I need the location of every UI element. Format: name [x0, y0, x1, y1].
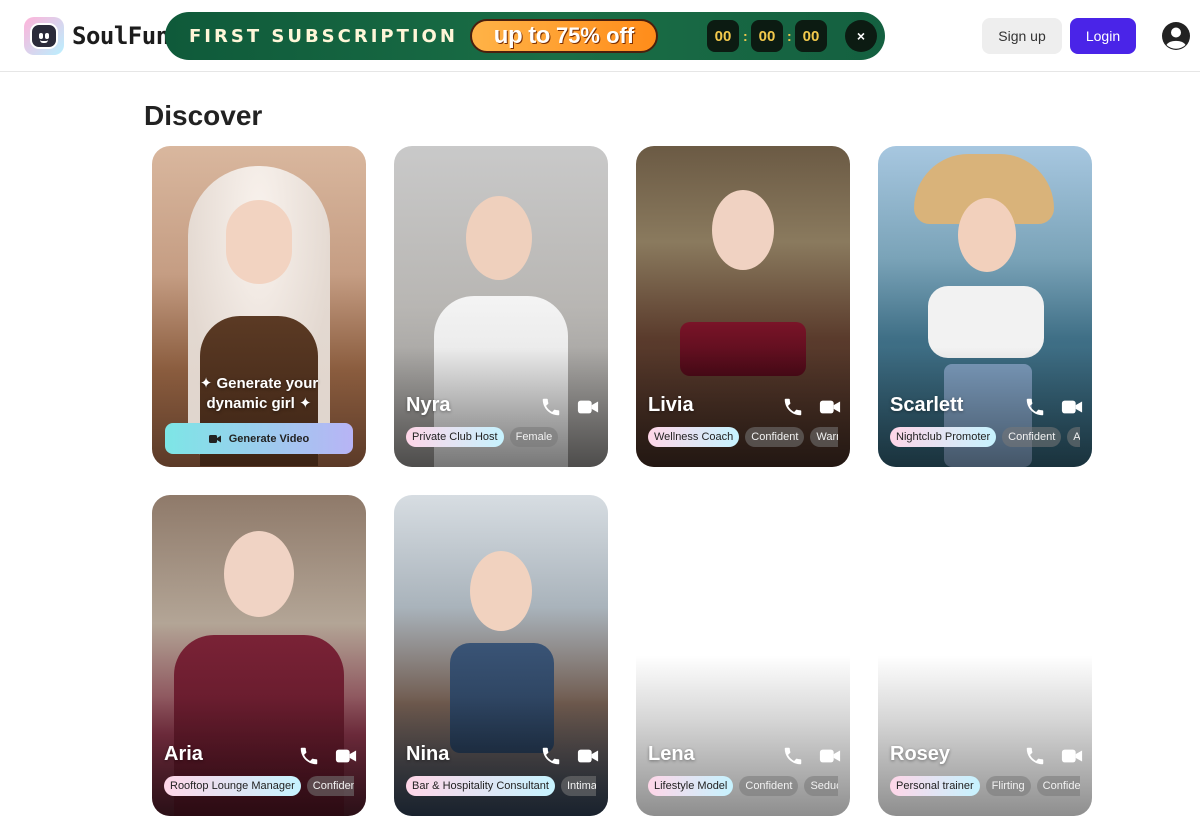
video-call-icon[interactable] [334, 745, 357, 767]
portrait-face [958, 198, 1016, 272]
trait-tag: Seduc [804, 776, 838, 796]
generate-text-line2: dynamic girl ✦ [206, 395, 312, 412]
portrait-face [470, 551, 532, 631]
card-image [636, 495, 850, 816]
brand-logo[interactable]: SoulFun [24, 16, 170, 56]
close-icon[interactable]: × [845, 20, 877, 52]
generate-text-line1: ✦ Generate your [199, 375, 319, 392]
portrait-face [224, 531, 294, 617]
trait-tag: Female [509, 427, 559, 447]
countdown-separator: : [787, 28, 792, 44]
card-actions [540, 745, 599, 767]
trait-tag: Intimat [560, 776, 596, 796]
role-tag: Wellness Coach [648, 427, 740, 447]
generate-video-label: Generate Video [228, 432, 310, 445]
card-actions [782, 745, 841, 767]
trait-tag: Confiden [1036, 776, 1080, 796]
countdown-hours: 00 [707, 20, 739, 52]
brand-name: SoulFun [72, 22, 170, 50]
trait-tag: Confident [739, 776, 799, 796]
discount-value: 75% off [555, 23, 635, 48]
generate-promo-text: ✦ Generate your dynamic girl ✦ [152, 374, 366, 414]
character-name: Livia [648, 394, 694, 416]
video-call-icon[interactable] [1060, 745, 1083, 767]
video-call-icon[interactable] [576, 745, 599, 767]
card-tags: Private Club Host Female [406, 427, 596, 447]
role-tag: Lifestyle Model [648, 776, 734, 796]
user-account-icon[interactable] [1160, 20, 1192, 52]
video-call-icon[interactable] [818, 396, 841, 418]
promo-title: FIRST SUBSCRIPTION [189, 26, 458, 47]
card-image [878, 495, 1092, 816]
phone-icon[interactable] [782, 745, 804, 767]
character-name: Rosey [890, 743, 951, 765]
video-call-icon[interactable] [818, 745, 841, 767]
role-tag: Rooftop Lounge Manager [164, 776, 301, 796]
card-actions [1024, 745, 1083, 767]
role-tag: Bar & Hospitality Consultant [406, 776, 555, 796]
character-name: Lena [648, 743, 695, 765]
promo-banner[interactable]: FIRST SUBSCRIPTION up to 75% off 00 : 00… [165, 12, 885, 60]
trait-tag: Confident [745, 427, 805, 447]
character-name: Scarlett [890, 394, 964, 416]
character-card-lena[interactable]: Lena Lifestyle Model Confident Seduc [636, 495, 850, 816]
trait-tag: Warm [810, 427, 838, 447]
card-tags: Lifestyle Model Confident Seduc [648, 776, 838, 796]
countdown-minutes: 00 [751, 20, 783, 52]
video-call-icon[interactable] [1060, 396, 1083, 418]
character-card-nina[interactable]: Nina Bar & Hospitality Consultant Intima… [394, 495, 608, 816]
discount-badge: up to 75% off [470, 19, 658, 53]
card-image-face [226, 200, 292, 284]
role-tag: Private Club Host [406, 427, 504, 447]
trait-tag: Confiden [306, 776, 354, 796]
role-tag: Nightclub Promoter [890, 427, 997, 447]
countdown-separator: : [743, 28, 748, 44]
portrait-face [466, 196, 532, 280]
card-actions [298, 745, 357, 767]
card-tags: Wellness Coach Confident Warm [648, 427, 838, 447]
character-card-aria[interactable]: Aria Rooftop Lounge Manager Confiden [152, 495, 366, 816]
phone-icon[interactable] [1024, 396, 1046, 418]
phone-icon[interactable] [782, 396, 804, 418]
character-name: Aria [164, 743, 203, 765]
character-card-nyra[interactable]: Nyra Private Club Host Female [394, 146, 608, 467]
trait-tag: Flirting [985, 776, 1031, 796]
video-camera-icon [208, 434, 221, 443]
card-actions [782, 396, 841, 418]
character-card-rosey[interactable]: Rosey Personal trainer Flirting Confiden [878, 495, 1092, 816]
role-tag: Personal trainer [890, 776, 980, 796]
countdown-seconds: 00 [795, 20, 827, 52]
character-name: Nyra [406, 394, 451, 416]
login-button[interactable]: Login [1070, 18, 1136, 54]
portrait-face [712, 190, 774, 270]
card-tags: Bar & Hospitality Consultant Intimat [406, 776, 596, 796]
countdown-timer: 00 : 00 : 00 [707, 20, 827, 52]
phone-icon[interactable] [540, 396, 562, 418]
video-call-icon[interactable] [576, 396, 599, 418]
card-tags: Rooftop Lounge Manager Confiden [164, 776, 354, 796]
phone-icon[interactable] [1024, 745, 1046, 767]
generate-video-button[interactable]: Generate Video [165, 423, 353, 454]
card-tags: Personal trainer Flirting Confiden [890, 776, 1080, 796]
character-card-livia[interactable]: Livia Wellness Coach Confident Warm [636, 146, 850, 467]
discount-prefix: up to [493, 22, 551, 49]
card-actions [1024, 396, 1083, 418]
card-tags: Nightclub Promoter Confident Ad [890, 427, 1080, 447]
generate-video-card[interactable]: ✦ Generate your dynamic girl ✦ Generate … [152, 146, 366, 467]
robot-face-icon [24, 17, 64, 55]
signup-button[interactable]: Sign up [982, 18, 1062, 54]
character-card-scarlett[interactable]: Scarlett Nightclub Promoter Confident Ad [878, 146, 1092, 467]
top-header: SoulFun FIRST SUBSCRIPTION up to 75% off… [0, 0, 1200, 72]
character-name: Nina [406, 743, 450, 765]
card-actions [540, 396, 599, 418]
phone-icon[interactable] [540, 745, 562, 767]
page-title: Discover [144, 100, 263, 131]
trait-tag: Ad [1067, 427, 1080, 447]
phone-icon[interactable] [298, 745, 320, 767]
trait-tag: Confident [1002, 427, 1062, 447]
